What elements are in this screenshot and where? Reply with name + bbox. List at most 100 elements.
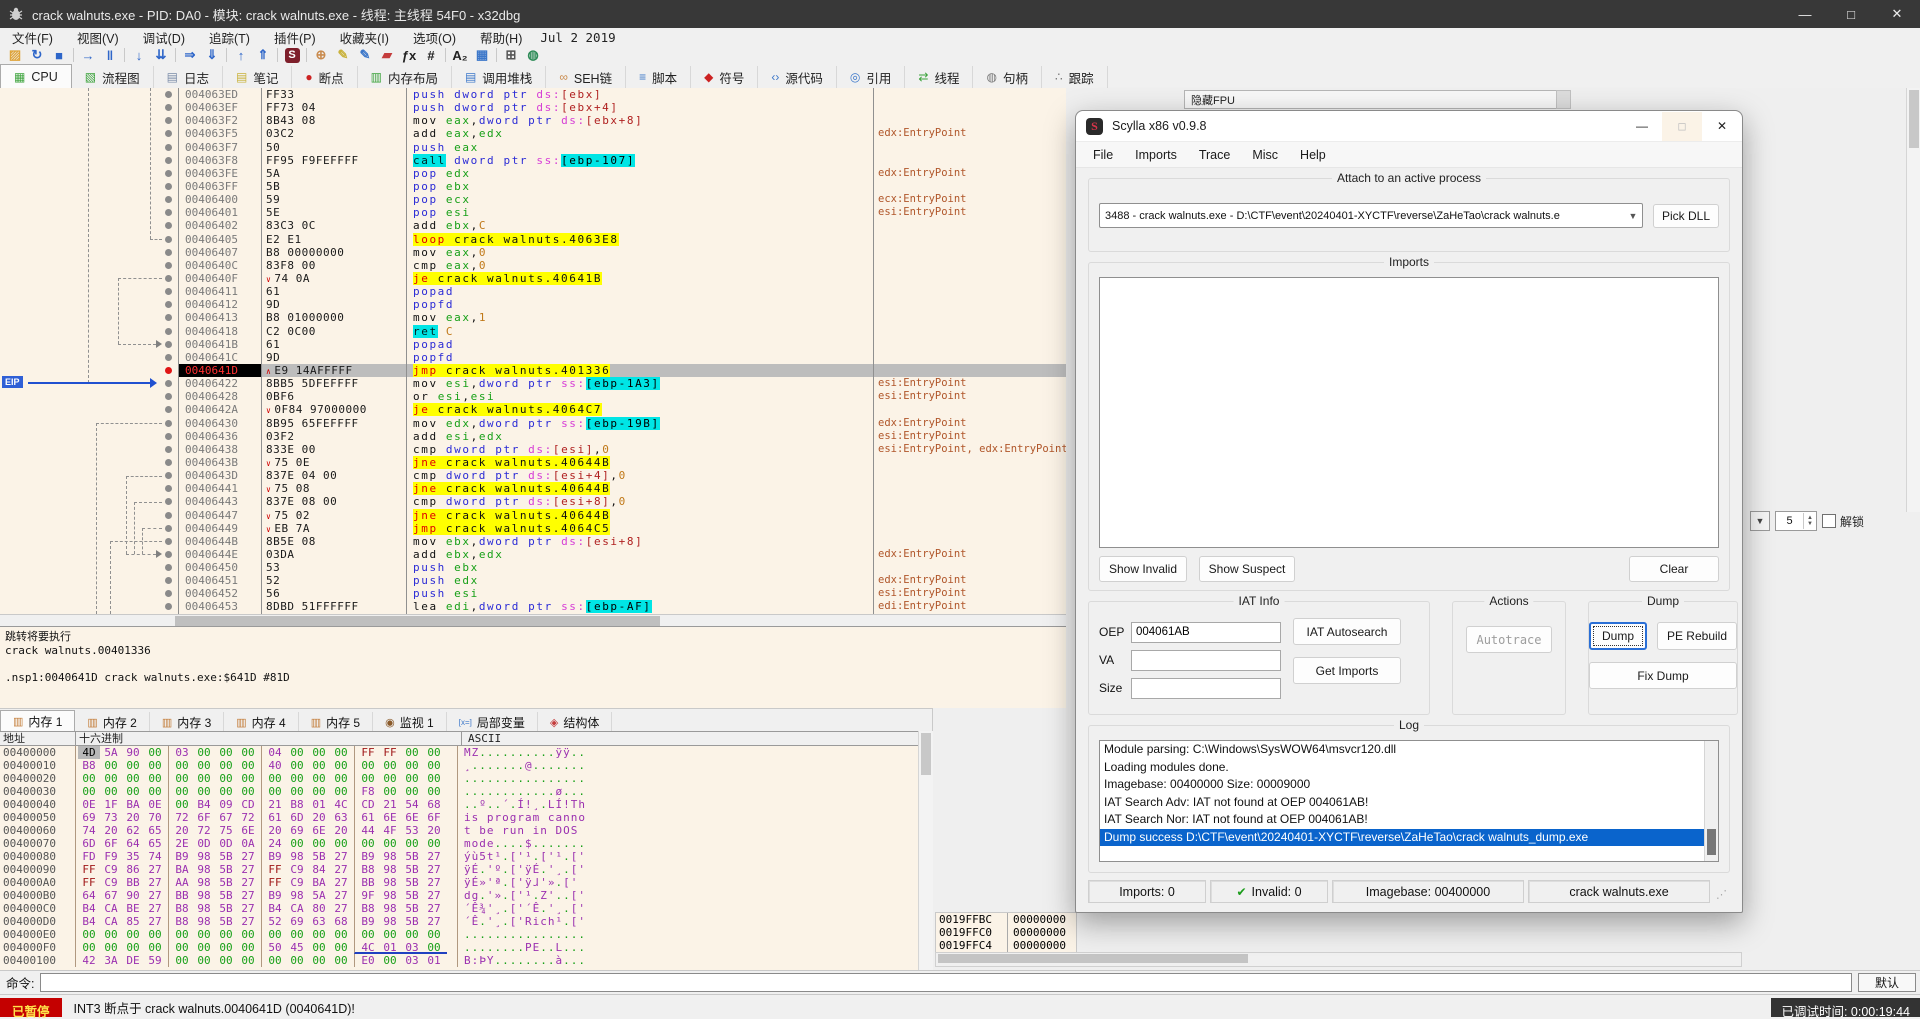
hex-byte[interactable]: 00 [330,759,352,772]
dump-tab-监视 1[interactable]: ◉监视 1 [373,712,447,732]
hex-byte[interactable]: 00 [330,941,352,954]
hex-byte[interactable]: 70 [144,811,166,824]
hex-byte[interactable]: 4C [357,941,379,952]
disasm-row[interactable]: 004064228BB5 5DFEFFFFmov esi,dword ptr s… [0,377,1066,390]
hex-byte[interactable]: 00 [308,772,330,785]
hex-byte[interactable]: 00 [193,928,215,941]
process-combobox[interactable]: 3488 - crack walnuts.exe - D:\CTF\event\… [1099,203,1643,228]
hex-byte[interactable]: F9 [100,850,122,863]
hex-row[interactable]: 0040002000000000000000000000000000000000… [0,772,932,785]
spinner-arrows-icon[interactable]: ▲▼ [1803,513,1816,529]
hex-byte[interactable]: 00 [308,941,330,954]
registers-vscrollbar[interactable] [1906,88,1920,512]
menu-item[interactable]: 视图(V) [65,28,131,47]
hex-byte[interactable]: BB [122,876,144,889]
bookmark-icon[interactable]: ▰ [376,47,398,64]
breakpoint-gutter[interactable] [0,298,178,311]
hex-byte[interactable]: 90 [122,746,144,759]
resize-grip[interactable]: ⋰ [1716,890,1730,904]
log-line[interactable]: IAT Search Adv: IAT not found at OEP 004… [1100,794,1705,812]
disassembly-pane[interactable]: 004063EDFF33push dword ptr ds:[ebx]00406… [0,88,1066,614]
hex-byte[interactable]: 27 [144,915,166,928]
hex-byte[interactable]: 00 [401,759,423,772]
tab-调用堆栈[interactable]: ▤调用堆栈 [452,66,546,88]
breakpoint-dot[interactable] [165,406,172,413]
hex-byte[interactable]: 73 [100,811,122,824]
hex-byte[interactable]: 6D [286,811,308,824]
hex-byte[interactable]: 98 [193,876,215,889]
unlock-checkbox[interactable] [1822,514,1836,528]
modules-icon[interactable]: ▦ [471,47,493,64]
tab-内存布局[interactable]: ▥内存布局 [358,66,452,88]
hex-byte[interactable]: 63 [308,915,330,928]
disasm-row[interactable]: 00406418C2 0C00ret C [0,325,1066,338]
hex-byte[interactable]: 00 [330,928,352,941]
hex-byte[interactable]: 21 [379,798,401,811]
hex-byte[interactable]: 00 [100,928,122,941]
hex-byte[interactable]: 98 [193,889,215,902]
hex-byte[interactable]: 00 [100,759,122,772]
hex-byte[interactable]: 00 [122,759,144,772]
hex-byte[interactable]: FD [78,850,100,863]
hex-byte[interactable]: BA [122,798,144,811]
hex-byte[interactable]: 00 [379,928,401,941]
hex-byte[interactable]: B4 [78,915,100,928]
hex-byte[interactable]: C9 [100,863,122,876]
pause-icon[interactable]: ‖ [99,47,121,64]
hex-byte[interactable]: 00 [237,941,259,954]
hex-byte[interactable]: 20 [171,824,193,837]
pe-rebuild-button[interactable]: PE Rebuild [1657,622,1737,650]
hex-byte[interactable]: 00 [215,772,237,785]
hex-byte[interactable]: 27 [423,889,445,902]
disasm-row[interactable]: 004064538DBD 51FFFFFFlea edi,dword ptr s… [0,600,1066,613]
disasm-row[interactable]: 0040641D∧E9 14AFFFFFjmp crack walnuts.40… [0,364,1066,377]
breakpoint-dot[interactable] [165,236,172,243]
hex-byte[interactable]: 52 [264,915,286,928]
menu-item[interactable]: 插件(P) [262,28,328,47]
restart-icon[interactable]: ↻ [26,47,48,64]
disasm-row[interactable]: 004064280BF6or esi,esiesi:EntryPoint [0,390,1066,403]
hex-byte[interactable]: 98 [193,915,215,928]
hex-row[interactable]: 00400010B8000000000000004000000000000000… [0,759,932,772]
dump-tab-内存 4[interactable]: ▥内存 4 [224,712,298,732]
hex-byte[interactable]: 5B [215,876,237,889]
hex-byte[interactable]: 5B [401,876,423,889]
hex-byte[interactable]: 03 [401,941,423,952]
hex-byte[interactable]: 27 [144,863,166,876]
hex-byte[interactable]: B4 [193,798,215,811]
hex-byte[interactable]: 00 [264,954,286,967]
hex-byte[interactable]: 20 [423,824,445,837]
hex-row[interactable]: 0040005069732070726F6772616D2063616E6E6F… [0,811,932,824]
stack-row[interactable]: 0019FFC400000000 [936,939,1076,952]
hex-byte[interactable]: C9 [100,876,122,889]
breakpoint-dot[interactable] [165,183,172,190]
hex-byte[interactable]: 74 [144,850,166,863]
hex-byte[interactable]: 00 [401,928,423,941]
tab-跟踪[interactable]: ∴跟踪 [1042,66,1108,88]
hex-byte[interactable]: 4C [330,798,352,811]
hex-byte[interactable]: 00 [237,785,259,798]
disasm-row[interactable]: 00406407B8 00000000mov eax,0 [0,246,1066,259]
breakpoint-gutter[interactable] [0,180,178,193]
hex-byte[interactable]: 6E [308,824,330,837]
hex-byte[interactable]: 5B [215,850,237,863]
hex-byte[interactable]: 00 [122,928,144,941]
hex-byte[interactable]: 27 [144,889,166,902]
hex-byte[interactable]: 62 [122,824,144,837]
log-list[interactable]: Module parsing: C:\Windows\SysWOW64\msvc… [1099,740,1719,862]
disasm-row[interactable]: 00406413B8 01000000mov eax,1 [0,311,1066,324]
breakpoint-dot[interactable] [165,433,172,440]
hex-byte[interactable]: 86 [122,863,144,876]
hex-byte[interactable]: 50 [264,941,286,954]
calculator-icon[interactable]: ⊞ [500,47,522,64]
log-line[interactable]: Dump success D:\CTF\event\20240401-XYCTF… [1100,829,1705,847]
hex-byte[interactable]: 20 [100,824,122,837]
hex-byte[interactable]: 27 [237,876,259,889]
scylla-menu-misc[interactable]: Misc [1241,148,1289,162]
hex-byte[interactable]: 00 [100,941,122,954]
hex-byte[interactable]: 00 [286,837,308,850]
breakpoint-dot[interactable] [165,485,172,492]
hex-byte[interactable]: C9 [286,863,308,876]
hex-byte[interactable]: 27 [237,902,259,915]
disasm-row[interactable]: 00406447∨75 02jne crack walnuts.40644B [0,509,1066,522]
